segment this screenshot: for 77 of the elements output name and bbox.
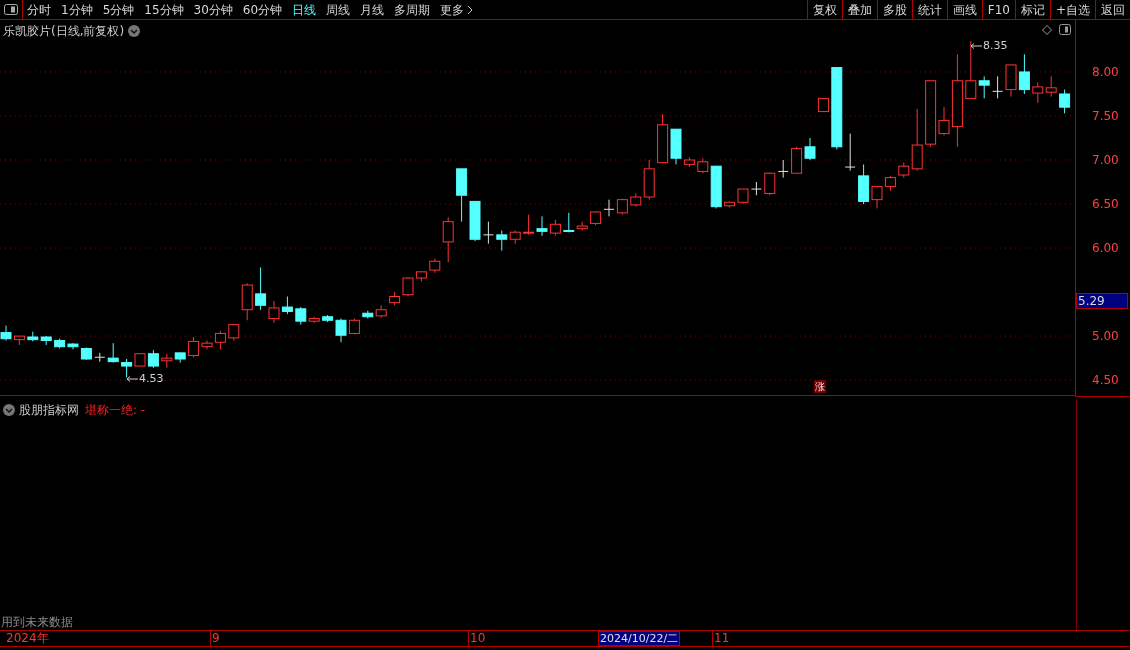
period-tab[interactable]: 30分钟 bbox=[193, 0, 233, 19]
period-tab[interactable]: 周线 bbox=[326, 0, 351, 19]
candlestick bbox=[965, 40, 977, 99]
candlestick bbox=[442, 216, 454, 263]
year-label: 2024年 bbox=[6, 631, 49, 646]
candlestick bbox=[1018, 53, 1030, 95]
candlestick bbox=[121, 358, 133, 379]
period-tab[interactable]: 1分钟 bbox=[61, 0, 93, 19]
toolbar-button[interactable]: 返回 bbox=[1095, 0, 1130, 19]
period-tab[interactable]: 15分钟 bbox=[144, 0, 184, 19]
dropdown-icon[interactable] bbox=[128, 25, 141, 37]
candlestick bbox=[603, 199, 615, 217]
future-data-notice: 用到未来数据 bbox=[1, 614, 73, 631]
period-tab[interactable]: 月线 bbox=[360, 0, 385, 19]
cursor-date-label: 2024/10/22/二 bbox=[598, 631, 681, 646]
period-tab[interactable]: 60分钟 bbox=[242, 0, 283, 19]
candlestick bbox=[496, 229, 508, 252]
price-tick-label: 8.00 bbox=[1092, 64, 1119, 79]
price-tick-label: 5.00 bbox=[1092, 329, 1119, 344]
candlestick bbox=[402, 276, 414, 297]
toolbar-button[interactable]: 复权 bbox=[806, 0, 842, 19]
candlestick bbox=[804, 137, 816, 161]
indicator-value: 堪称一绝: - bbox=[85, 402, 146, 419]
period-tab[interactable]: 分时 bbox=[27, 0, 51, 19]
current-price-label: 5.29 bbox=[1076, 293, 1128, 309]
candlestick bbox=[1032, 82, 1044, 104]
period-tab[interactable]: 5分钟 bbox=[102, 0, 135, 19]
candlestick bbox=[992, 75, 1004, 99]
panel-icon bbox=[4, 4, 18, 15]
toolbar-button[interactable]: 多股 bbox=[876, 0, 912, 19]
month-label: 10 bbox=[468, 631, 486, 646]
diamond-icon[interactable] bbox=[1042, 25, 1052, 35]
arrow-icon bbox=[126, 376, 138, 383]
toolbar-button[interactable]: 统计 bbox=[911, 0, 947, 19]
candlestick bbox=[214, 330, 226, 350]
rise-marker: 涨 bbox=[814, 380, 826, 393]
price-tick-label: 7.50 bbox=[1092, 108, 1119, 123]
indicator-name: 股朋指标网 bbox=[19, 402, 79, 419]
candlestick bbox=[523, 214, 535, 236]
candlestick bbox=[335, 318, 347, 343]
period-tab[interactable]: 更多 bbox=[440, 0, 474, 19]
period-tab[interactable]: 多周期 bbox=[394, 0, 431, 19]
chevron-right-icon bbox=[467, 4, 474, 15]
price-tick-label: 6.50 bbox=[1092, 197, 1119, 212]
toolbar-button[interactable]: +自选 bbox=[1049, 0, 1095, 19]
period-tab[interactable]: 日线 bbox=[292, 0, 317, 19]
candlestick bbox=[0, 325, 12, 342]
candlestick bbox=[911, 108, 923, 172]
candlestick bbox=[777, 159, 789, 179]
price-tick-label: 7.00 bbox=[1092, 153, 1119, 167]
candlestick bbox=[978, 75, 990, 99]
candlestick bbox=[938, 106, 950, 136]
toolbar-button[interactable]: F10 bbox=[981, 0, 1015, 19]
stock-title: 乐凯胶片(日线,前复权) bbox=[3, 23, 125, 40]
month-label: 11 bbox=[712, 631, 730, 646]
candlestick bbox=[107, 342, 119, 364]
dropdown-icon[interactable] bbox=[3, 404, 15, 416]
candlestick bbox=[536, 215, 548, 237]
low-price-label: 4.53 bbox=[139, 371, 164, 387]
candlestick bbox=[482, 221, 494, 245]
toolbar-button[interactable]: 叠加 bbox=[841, 0, 877, 19]
candlestick bbox=[871, 185, 883, 209]
candlestick bbox=[188, 336, 200, 358]
candlestick bbox=[1059, 89, 1071, 114]
month-label: 9 bbox=[210, 631, 220, 646]
panel-icon[interactable] bbox=[1059, 24, 1071, 35]
candlestick bbox=[1045, 75, 1057, 98]
candlestick bbox=[268, 300, 280, 324]
candlestick bbox=[844, 133, 856, 172]
high-price-label: 8.35 bbox=[983, 38, 1008, 54]
arrow-icon bbox=[970, 43, 982, 50]
price-tick-label: 4.50 bbox=[1092, 373, 1119, 388]
candlestick bbox=[764, 171, 776, 196]
candlestick bbox=[255, 266, 267, 311]
toolbar-button[interactable]: 画线 bbox=[946, 0, 982, 19]
price-tick-label: 6.00 bbox=[1092, 241, 1119, 256]
toolbar-button[interactable]: 标记 bbox=[1014, 0, 1050, 19]
